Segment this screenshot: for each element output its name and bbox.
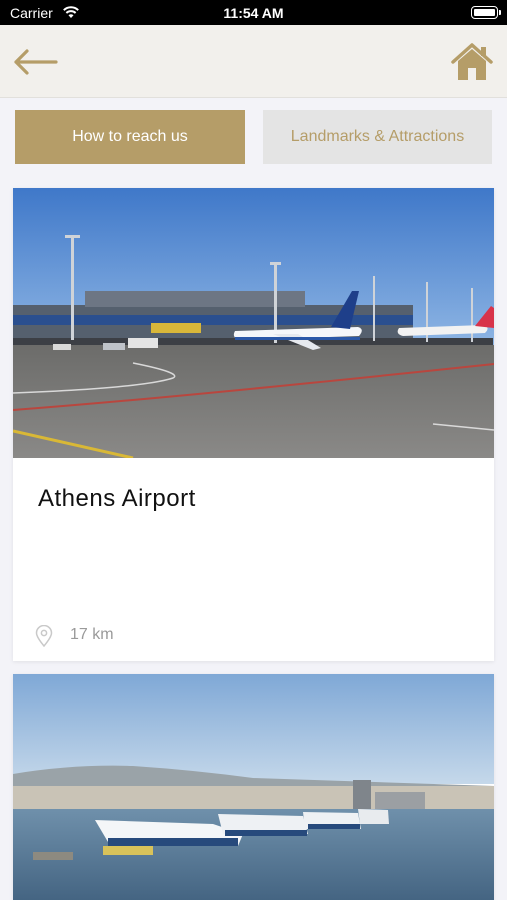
battery-icon (471, 6, 501, 19)
tab-landmarks-attractions[interactable]: Landmarks & Attractions (263, 110, 492, 164)
clock: 11:54 AM (223, 5, 284, 21)
home-icon[interactable] (451, 43, 493, 81)
back-arrow-icon[interactable] (12, 48, 60, 76)
place-card[interactable]: Athens Airport 17 km (13, 188, 494, 661)
airport-photo (13, 188, 494, 458)
nav-bar (0, 25, 507, 98)
place-card[interactable] (13, 674, 494, 900)
status-bar: Carrier 11:54 AM (0, 0, 507, 25)
tab-how-to-reach-us[interactable]: How to reach us (15, 110, 245, 164)
card-title: Athens Airport (38, 485, 196, 512)
location-pin-icon (35, 625, 53, 647)
port-photo (13, 674, 494, 900)
card-distance: 17 km (70, 626, 114, 643)
